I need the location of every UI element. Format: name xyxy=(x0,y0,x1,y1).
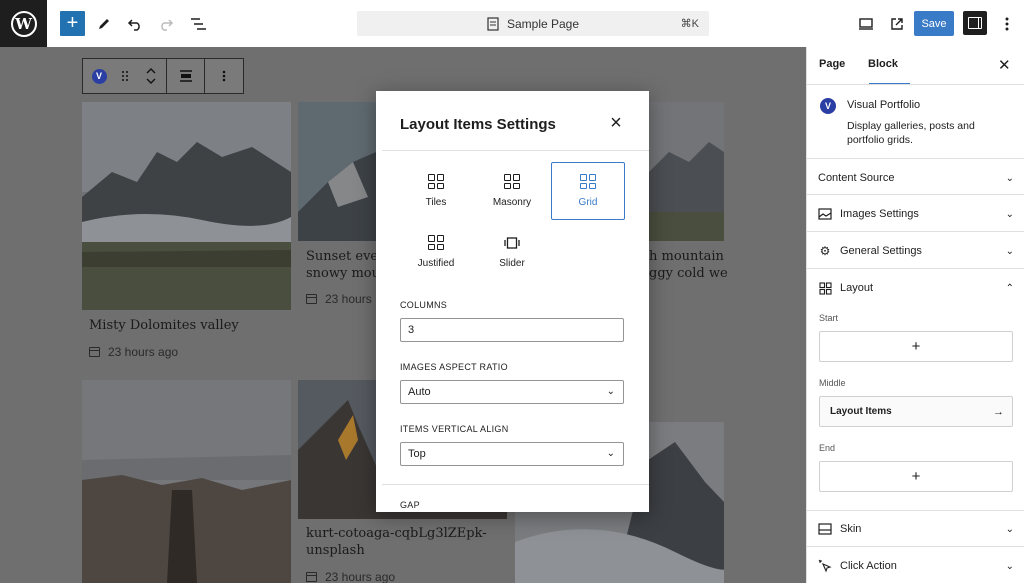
chevron-down-icon: ⌄ xyxy=(606,448,615,459)
aspect-ratio-label: IMAGES ASPECT RATIO xyxy=(400,362,508,372)
chevron-down-icon: ⌄ xyxy=(1005,523,1014,535)
block-name: Visual Portfolio xyxy=(847,99,921,111)
layout-items-settings-modal: Layout Items Settings × Tiles Masonry Gr… xyxy=(376,91,649,512)
arrow-right-icon: → xyxy=(993,405,1004,418)
save-button[interactable]: Save xyxy=(914,11,954,36)
document-title: Sample Page xyxy=(506,16,580,31)
block-description: Display galleries, posts and portfolio g… xyxy=(847,120,975,146)
aspect-ratio-select[interactable]: Auto ⌄ xyxy=(400,380,624,404)
chevron-down-icon: ⌄ xyxy=(1005,208,1014,220)
skin-icon xyxy=(818,522,832,536)
calendar-icon xyxy=(306,294,317,304)
chevron-down-icon: ⌄ xyxy=(1005,560,1014,572)
plus-icon: + xyxy=(911,468,921,485)
layout-start-label: Start xyxy=(819,313,839,323)
undo-icon[interactable] xyxy=(122,11,147,36)
layout-option-slider[interactable]: Slider xyxy=(475,223,549,281)
vertical-align-select[interactable]: Top ⌄ xyxy=(400,442,624,466)
layout-items-button[interactable]: Layout Items → xyxy=(819,396,1013,427)
calendar-icon xyxy=(89,347,100,357)
layout-end-label: End xyxy=(819,443,836,453)
columns-label: COLUMNS xyxy=(400,300,448,310)
divider xyxy=(382,484,649,485)
settings-panel-toggle[interactable] xyxy=(963,11,987,35)
chevron-down-icon: ⌄ xyxy=(1005,172,1014,184)
sidebar-icon xyxy=(968,17,982,29)
card-date: 23 hours xyxy=(306,292,372,306)
chevron-up-icon: ⌃ xyxy=(1005,282,1014,294)
justified-icon xyxy=(428,235,444,250)
divider xyxy=(382,150,649,151)
grid-icon xyxy=(580,174,596,189)
add-block-button[interactable]: + xyxy=(60,11,85,36)
section-content-source[interactable]: Content Source ⌄ xyxy=(818,169,1014,187)
columns-input[interactable]: 3 xyxy=(400,318,624,342)
slider-icon xyxy=(504,236,520,249)
card-date: 23 hours ago xyxy=(89,345,178,359)
card-title[interactable]: Misty Dolomites valley xyxy=(89,317,239,334)
drag-handle-icon[interactable] xyxy=(115,59,135,93)
document-overview-icon[interactable] xyxy=(185,11,210,36)
section-click-action[interactable]: Click Action ⌄ xyxy=(818,557,1014,575)
card-title[interactable]: kurt-cotoaga-cqbLg3lZEpk- unsplash xyxy=(306,525,487,559)
vertical-align-label: ITEMS VERTICAL ALIGN xyxy=(400,424,509,434)
layout-middle-label: Middle xyxy=(819,378,846,388)
align-icon[interactable] xyxy=(167,59,205,93)
keyboard-shortcut: ⌘K xyxy=(680,18,699,30)
layout-option-grid[interactable]: Grid xyxy=(551,162,625,220)
tab-page[interactable]: Page xyxy=(819,58,845,70)
tab-block[interactable]: Block xyxy=(868,58,898,70)
preview-desktop-icon[interactable] xyxy=(853,11,878,36)
tools-pencil-icon[interactable] xyxy=(91,11,116,36)
gallery-image-canyon[interactable] xyxy=(82,380,291,583)
close-icon[interactable]: × xyxy=(607,113,625,133)
modal-title: Layout Items Settings xyxy=(400,116,556,133)
layout-option-justified[interactable]: Justified xyxy=(399,223,473,281)
plus-icon: + xyxy=(911,338,921,355)
move-up-down-icon[interactable] xyxy=(135,59,167,93)
more-options-icon[interactable] xyxy=(994,11,1019,36)
gear-icon: ⚙ xyxy=(819,244,831,258)
settings-sidebar: Page Block ✕ V Visual Portfolio Display … xyxy=(806,47,1024,583)
chevron-down-icon: ⌄ xyxy=(1005,245,1014,257)
masonry-icon xyxy=(504,174,520,189)
visual-portfolio-icon: V xyxy=(91,68,107,84)
gallery-image-mountain[interactable] xyxy=(649,102,724,241)
gallery-image-sunset[interactable] xyxy=(298,102,376,241)
calendar-icon xyxy=(306,572,317,582)
gallery-image-misty-dolomites[interactable] xyxy=(82,102,291,310)
section-layout[interactable]: Layout ⌃ xyxy=(818,279,1014,297)
add-end-item-button[interactable]: + xyxy=(819,461,1013,492)
page-icon xyxy=(487,16,499,31)
gap-label: GAP xyxy=(400,500,420,510)
chevron-down-icon: ⌄ xyxy=(606,386,615,397)
close-icon[interactable]: ✕ xyxy=(998,56,1011,74)
block-options-icon[interactable] xyxy=(205,59,243,93)
card-title[interactable]: h mountain ggy cold we xyxy=(649,248,728,282)
add-start-item-button[interactable]: + xyxy=(819,331,1013,362)
block-type-button[interactable]: V xyxy=(83,59,115,93)
card-date: 23 hours ago xyxy=(306,570,395,583)
top-toolbar: W + Sample Page ⌘K Save xyxy=(0,0,1024,47)
pointer-click-icon xyxy=(818,559,832,573)
visual-portfolio-icon: V xyxy=(820,98,836,114)
command-palette-bar[interactable]: Sample Page ⌘K xyxy=(357,11,709,36)
wordpress-icon: W xyxy=(10,10,37,37)
image-icon xyxy=(818,207,832,221)
redo-icon[interactable] xyxy=(153,11,178,36)
tiles-icon xyxy=(428,174,444,189)
block-toolbar: V xyxy=(82,58,244,94)
section-skin[interactable]: Skin ⌄ xyxy=(818,520,1014,538)
section-images-settings[interactable]: Images Settings ⌄ xyxy=(818,205,1014,223)
layout-grid-icon xyxy=(818,281,832,295)
wordpress-logo[interactable]: W xyxy=(0,0,47,47)
view-external-icon[interactable] xyxy=(884,11,909,36)
layout-option-masonry[interactable]: Masonry xyxy=(475,162,549,220)
layout-option-tiles[interactable]: Tiles xyxy=(399,162,473,220)
section-general-settings[interactable]: ⚙ General Settings ⌄ xyxy=(818,242,1014,260)
